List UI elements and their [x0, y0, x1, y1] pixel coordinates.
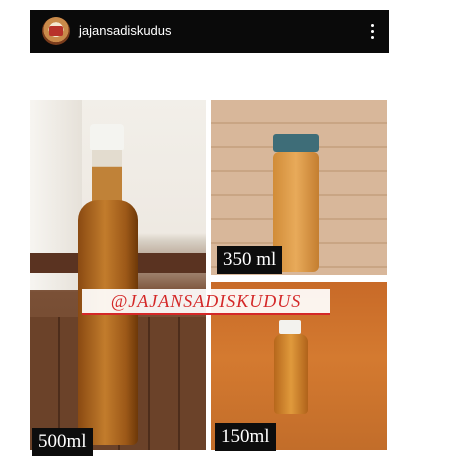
watermark: @JAJANSADISKUDUS	[82, 289, 330, 315]
bottle-cap	[279, 320, 301, 334]
post-photo: 350 ml 150ml 500ml @JAJANSADISKUDUS	[0, 0, 450, 456]
small-bottle	[274, 334, 308, 414]
bottle-neck	[92, 150, 122, 205]
large-bottle	[78, 200, 138, 445]
bottle-cap	[273, 134, 319, 152]
size-label-350: 350 ml	[217, 246, 283, 274]
photo-500ml	[30, 100, 206, 450]
size-label-150: 150ml	[215, 423, 276, 451]
bottle-cap	[90, 124, 124, 150]
size-label-500: 500ml	[32, 428, 93, 456]
